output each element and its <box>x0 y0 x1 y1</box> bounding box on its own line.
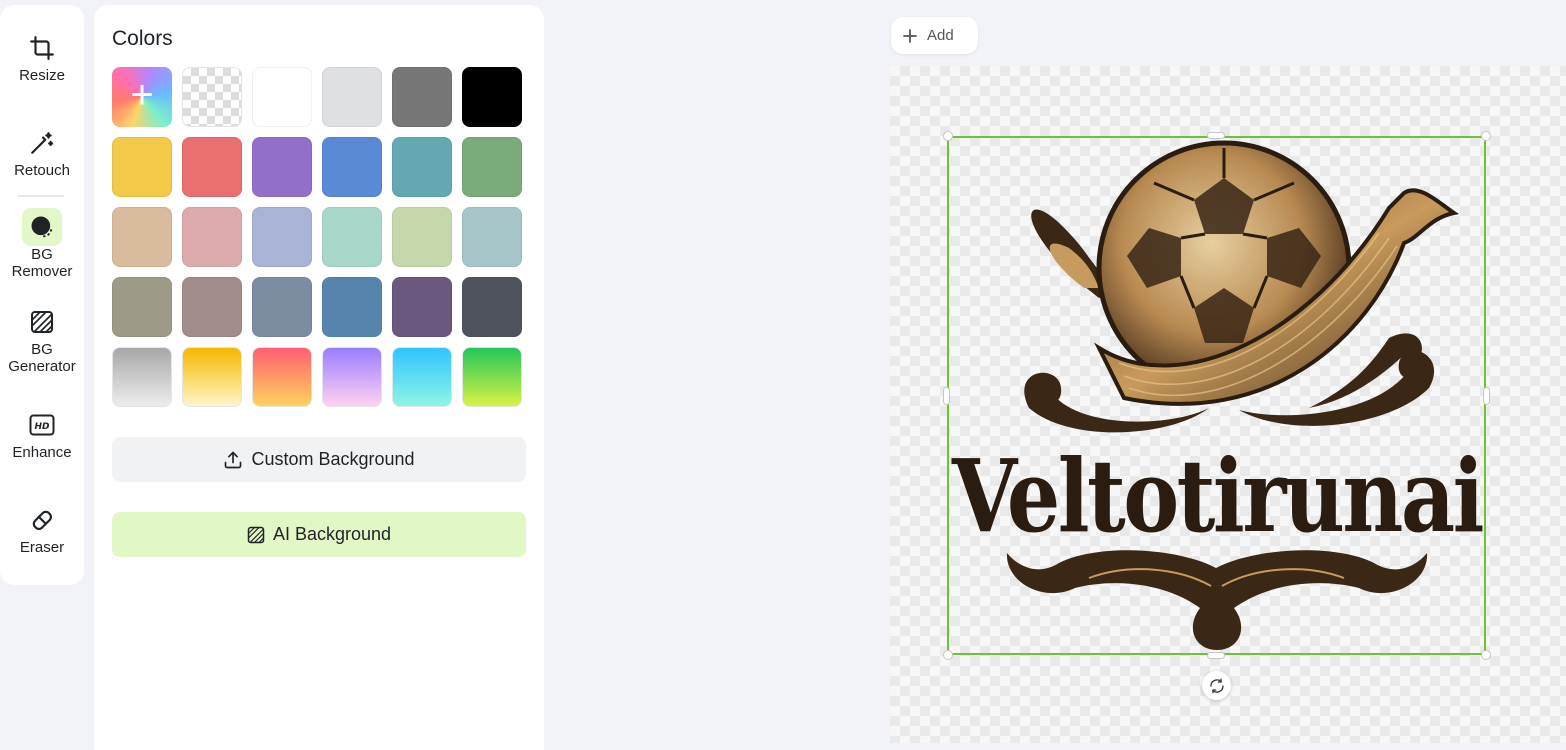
color-swatch[interactable] <box>112 277 172 337</box>
resize-handle-left[interactable] <box>943 387 950 405</box>
bg-generator-icon <box>247 526 265 543</box>
color-swatch[interactable] <box>322 137 382 197</box>
crop-icon <box>22 29 62 67</box>
color-swatch[interactable] <box>252 277 312 337</box>
tool-label: BG Generator <box>8 341 76 375</box>
color-swatch[interactable] <box>322 207 382 267</box>
tool-bg-remover[interactable]: BG Remover <box>0 208 84 280</box>
color-swatch[interactable] <box>252 67 312 127</box>
transparent-swatch[interactable] <box>182 67 242 127</box>
resize-handle-top-right[interactable] <box>1481 131 1491 141</box>
custom-background-label: Custom Background <box>251 449 415 469</box>
add-label: Add <box>927 27 954 44</box>
color-swatch[interactable] <box>392 347 452 407</box>
color-swatch[interactable] <box>252 347 312 407</box>
ai-background-label: AI Background <box>272 524 392 544</box>
bg-generator-icon <box>22 303 62 341</box>
color-swatch[interactable] <box>462 347 522 407</box>
color-swatch[interactable] <box>112 137 172 197</box>
colors-panel: Colors + Custom Background AI Background <box>94 5 544 750</box>
color-swatch[interactable] <box>322 67 382 127</box>
magic-wand-icon <box>22 124 62 162</box>
color-swatch[interactable] <box>392 277 452 337</box>
tool-enhance[interactable]: HD Enhance <box>0 406 84 461</box>
tool-bg-generator[interactable]: BG Generator <box>0 303 84 375</box>
tool-label: Enhance <box>12 444 72 461</box>
tool-label: Retouch <box>14 162 70 179</box>
bg-remover-icon <box>22 208 62 246</box>
resize-handle-bottom-right[interactable] <box>1481 650 1491 660</box>
custom-background-button[interactable]: Custom Background <box>112 437 526 482</box>
add-button[interactable]: Add <box>891 17 978 54</box>
hd-icon: HD <box>22 406 62 444</box>
ai-background-button[interactable]: AI Background <box>112 512 526 557</box>
color-swatch[interactable] <box>252 207 312 267</box>
resize-handle-top[interactable] <box>1207 132 1225 139</box>
color-swatch[interactable] <box>182 277 242 337</box>
color-swatch[interactable] <box>182 137 242 197</box>
svg-text:HD: HD <box>34 422 50 432</box>
color-swatch[interactable] <box>182 347 242 407</box>
rotate-button[interactable] <box>1202 671 1231 700</box>
resize-handle-bottom-left[interactable] <box>943 650 953 660</box>
color-swatch[interactable] <box>462 207 522 267</box>
color-swatch[interactable] <box>462 137 522 197</box>
rotate-icon <box>1209 678 1224 693</box>
resize-handle-right[interactable] <box>1483 387 1490 405</box>
resize-handle-top-left[interactable] <box>943 131 953 141</box>
color-swatch[interactable] <box>112 207 172 267</box>
custom-color-swatch[interactable]: + <box>112 67 172 127</box>
upload-icon <box>225 451 242 468</box>
eraser-icon <box>22 501 62 539</box>
tool-label: Resize <box>19 67 65 84</box>
color-swatch[interactable] <box>322 277 382 337</box>
color-swatch[interactable] <box>252 137 312 197</box>
tool-eraser[interactable]: Eraser <box>0 501 84 556</box>
color-swatch[interactable] <box>462 277 522 337</box>
panel-title: Colors <box>112 27 173 50</box>
plus-icon <box>903 28 917 43</box>
color-swatch[interactable] <box>392 207 452 267</box>
divider <box>18 195 64 197</box>
color-swatch[interactable] <box>462 67 522 127</box>
tool-label: Eraser <box>19 539 65 556</box>
color-swatch[interactable] <box>182 207 242 267</box>
color-swatch[interactable] <box>392 67 452 127</box>
resize-handle-bottom[interactable] <box>1207 652 1225 659</box>
tool-resize[interactable]: Resize <box>0 29 84 84</box>
tool-retouch[interactable]: Retouch <box>0 124 84 179</box>
color-swatch[interactable] <box>322 347 382 407</box>
color-swatch[interactable] <box>392 137 452 197</box>
tool-rail: Resize Retouch BG Remover BG Generator H… <box>0 5 84 585</box>
tool-label: BG Remover <box>11 246 73 280</box>
color-swatch[interactable] <box>112 347 172 407</box>
selection-frame[interactable] <box>947 136 1486 655</box>
plus-icon: + <box>130 73 154 117</box>
